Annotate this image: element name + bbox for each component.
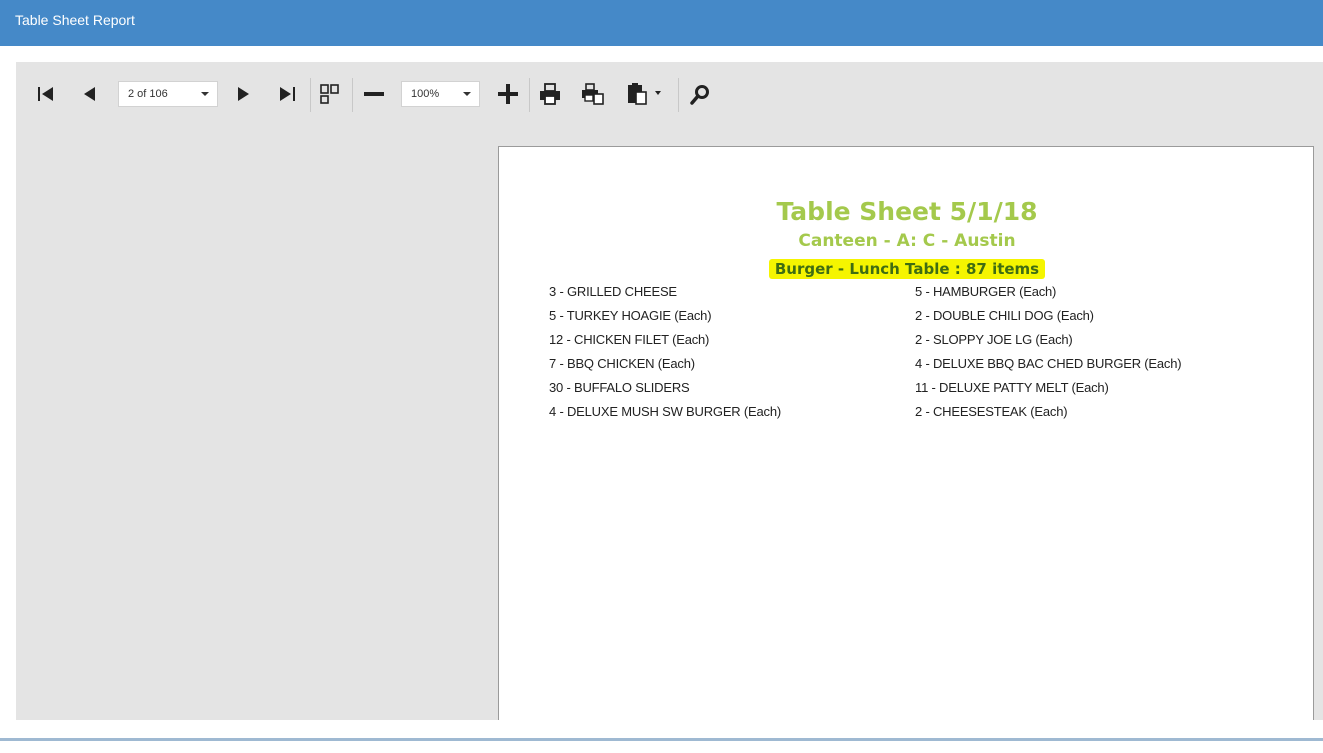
- viewer-toolbar: 2 of 106 100%: [16, 62, 1323, 126]
- zoom-in-button[interactable]: [493, 79, 523, 109]
- window-title: Table Sheet Report: [15, 12, 135, 28]
- title-bar: Table Sheet Report: [0, 0, 1323, 46]
- print-button[interactable]: [535, 79, 565, 109]
- chevron-down-icon: [463, 92, 471, 96]
- toolbar-divider: [310, 78, 311, 112]
- items-right-column: 5 - HAMBURGER (Each) 2 - DOUBLE CHILI DO…: [915, 283, 1182, 427]
- page-select[interactable]: 2 of 106: [118, 81, 218, 107]
- multi-page-icon: [320, 84, 339, 104]
- section-title: Burger - Lunch Table : 87 items: [768, 259, 1046, 279]
- list-item: 30 - BUFFALO SLIDERS: [549, 380, 690, 395]
- multi-page-button[interactable]: [315, 79, 345, 109]
- report-section-header: Burger - Lunch Table : 87 items: [499, 259, 1315, 279]
- list-item: 2 - SLOPPY JOE LG (Each): [915, 332, 1073, 347]
- zoom-out-icon: [364, 92, 384, 96]
- chevron-down-icon: [201, 92, 209, 96]
- report-subtitle: Canteen - A: C - Austin: [798, 231, 1016, 251]
- list-item: 5 - HAMBURGER (Each): [915, 284, 1057, 299]
- bottom-border: [0, 738, 1323, 741]
- zoom-select-value: 100%: [411, 88, 440, 100]
- next-page-icon: [238, 87, 249, 101]
- list-item: 11 - DELUXE PATTY MELT (Each): [915, 380, 1109, 395]
- last-page-button[interactable]: [272, 79, 302, 109]
- last-page-icon: [280, 87, 295, 101]
- prev-page-button[interactable]: [75, 79, 105, 109]
- list-item: 2 - DOUBLE CHILI DOG (Each): [915, 308, 1094, 323]
- zoom-select[interactable]: 100%: [401, 81, 480, 107]
- toolbar-divider: [529, 78, 530, 112]
- report-title: Table Sheet 5/1/18: [776, 197, 1038, 226]
- zoom-out-button[interactable]: [359, 79, 389, 109]
- print-icon: [540, 83, 560, 105]
- zoom-in-icon: [498, 84, 518, 104]
- list-item: 3 - GRILLED CHEESE: [549, 284, 677, 299]
- list-item: 4 - DELUXE BBQ BAC CHED BURGER (Each): [915, 356, 1182, 371]
- print-page-button[interactable]: [578, 79, 608, 109]
- next-page-button[interactable]: [228, 79, 258, 109]
- report-page: Table Sheet 5/1/18 Canteen - A: C - Aust…: [498, 146, 1314, 720]
- first-page-icon: [38, 87, 53, 101]
- print-page-icon: [582, 83, 604, 105]
- report-viewer: 2 of 106 100% Table Sheet 5/1/18 Canteen…: [16, 62, 1323, 720]
- export-dropdown-button[interactable]: [624, 79, 664, 109]
- prev-page-icon: [84, 87, 95, 101]
- page-select-value: 2 of 106: [128, 88, 168, 100]
- list-item: 5 - TURKEY HOAGIE (Each): [549, 308, 712, 323]
- first-page-button[interactable]: [31, 79, 61, 109]
- search-icon: [690, 85, 709, 105]
- toolbar-divider: [678, 78, 679, 112]
- list-item: 7 - BBQ CHICKEN (Each): [549, 356, 695, 371]
- items-left-column: 3 - GRILLED CHEESE 5 - TURKEY HOAGIE (Ea…: [549, 283, 781, 427]
- list-item: 4 - DELUXE MUSH SW BURGER (Each): [549, 404, 781, 419]
- search-button[interactable]: [685, 79, 715, 109]
- list-item: 12 - CHICKEN FILET (Each): [549, 332, 710, 347]
- toolbar-divider: [352, 78, 353, 112]
- list-item: 2 - CHEESESTEAK (Each): [915, 404, 1068, 419]
- export-icon: [628, 83, 661, 105]
